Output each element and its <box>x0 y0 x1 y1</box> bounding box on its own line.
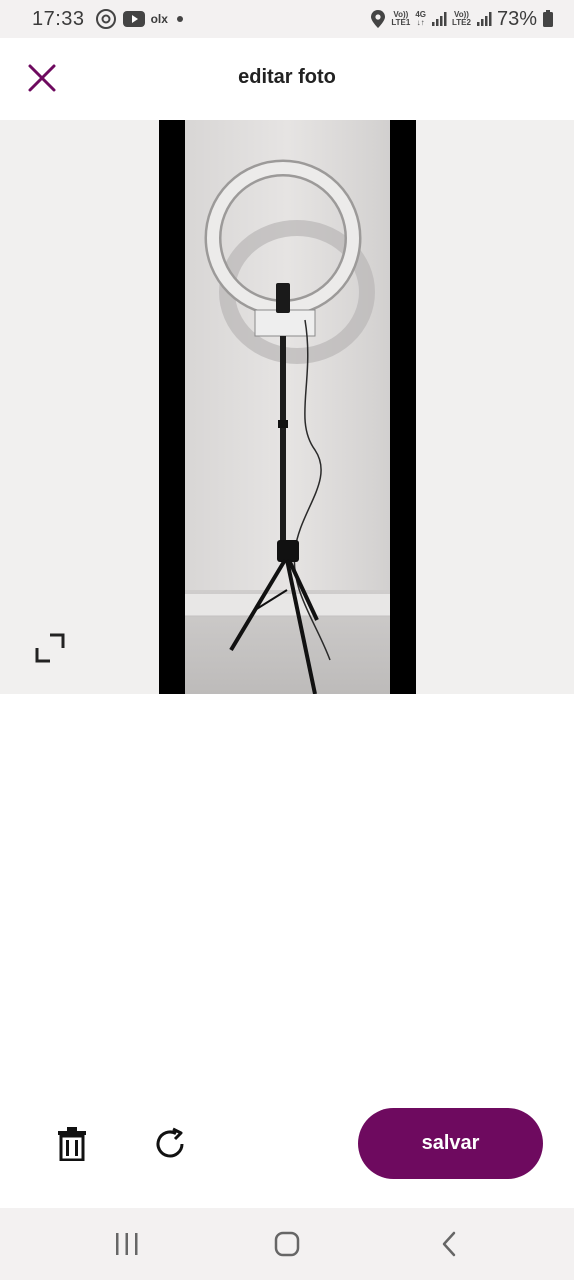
signal-1-icon <box>431 11 447 27</box>
home-button[interactable] <box>267 1226 307 1262</box>
youtube-icon <box>122 11 145 27</box>
olx-icon: olx <box>150 12 168 26</box>
trash-icon <box>58 1127 86 1161</box>
page-title: editar foto <box>238 66 336 88</box>
expand-icon <box>35 633 65 663</box>
threads-icon <box>95 8 117 30</box>
photo-frame <box>159 120 416 694</box>
network-4g: 4G ↓↑ <box>415 10 426 27</box>
sim1-indicator: Vo)) LTE1 <box>391 11 410 27</box>
status-bar: 17:33 olx Vo)) LTE1 4G ↓↑ Vo)) LTE2 73% <box>0 0 574 38</box>
back-icon <box>442 1231 456 1257</box>
rotate-button[interactable] <box>148 1122 192 1166</box>
battery-icon <box>542 10 554 28</box>
sim2-bottom-label: LTE2 <box>452 18 471 27</box>
home-icon <box>274 1231 300 1257</box>
app-header: editar foto <box>0 38 574 120</box>
ring-light-photo <box>185 120 390 694</box>
status-right: Vo)) LTE1 4G ↓↑ Vo)) LTE2 73% <box>370 8 554 31</box>
navigation-bar <box>0 1208 574 1280</box>
sim1-bottom-label: LTE1 <box>391 18 411 27</box>
status-left: 17:33 olx <box>32 8 186 31</box>
dot-icon <box>174 13 186 25</box>
location-icon <box>370 9 386 29</box>
rotate-icon <box>156 1127 184 1158</box>
photo-area <box>0 120 574 694</box>
back-button[interactable] <box>429 1226 469 1262</box>
recents-icon <box>116 1233 138 1255</box>
save-button[interactable]: salvar <box>358 1108 543 1179</box>
status-time: 17:33 <box>32 7 85 30</box>
battery-percent: 73% <box>496 7 537 30</box>
signal-2-icon <box>476 11 492 27</box>
delete-button[interactable] <box>52 1122 92 1166</box>
sim2-indicator: Vo)) LTE2 <box>452 11 471 27</box>
network-type-label: 4G <box>415 10 426 19</box>
recents-button[interactable] <box>107 1226 147 1262</box>
expand-button[interactable] <box>30 628 70 668</box>
